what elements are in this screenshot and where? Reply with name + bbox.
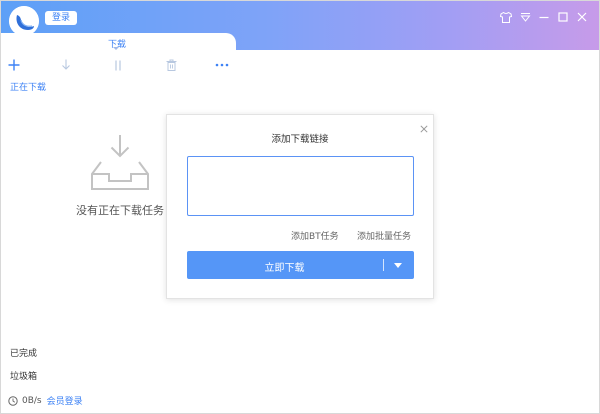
- member-login-link[interactable]: 会员登录: [47, 394, 83, 407]
- close-icon[interactable]: [574, 9, 590, 25]
- download-icon[interactable]: [58, 57, 74, 73]
- empty-state-text: 没有正在下载任务: [76, 204, 164, 217]
- dropdown-menu-icon[interactable]: [517, 9, 533, 25]
- dialog-close-icon[interactable]: [420, 122, 428, 133]
- pause-icon[interactable]: [110, 57, 126, 73]
- add-batch-task-link[interactable]: 添加批量任务: [357, 229, 411, 242]
- download-now-label: 立即下载: [264, 263, 305, 274]
- more-icon[interactable]: [214, 57, 230, 73]
- chevron-down-icon: [113, 47, 119, 50]
- download-now-button[interactable]: 立即下载: [187, 251, 414, 279]
- minimize-icon[interactable]: [536, 9, 552, 25]
- login-button[interactable]: 登录: [45, 11, 77, 25]
- sidebar-item-downloading[interactable]: 正在下载: [10, 80, 46, 93]
- app-logo: [9, 6, 39, 36]
- sidebar-item-completed[interactable]: 已完成: [10, 346, 37, 359]
- sidebar-item-trash[interactable]: 垃圾箱: [10, 369, 37, 382]
- status-bar: 0B/s 会员登录: [8, 394, 83, 407]
- speed-icon: [8, 395, 18, 406]
- add-link-dialog: 添加下载链接 添加BT任务 添加批量任务 立即下载: [166, 114, 434, 299]
- download-link-input[interactable]: [187, 156, 414, 216]
- dialog-title: 添加下载链接: [271, 134, 329, 145]
- chevron-down-icon[interactable]: [394, 263, 402, 268]
- maximize-icon[interactable]: [555, 9, 571, 25]
- delete-icon[interactable]: [163, 57, 179, 73]
- tshirt-icon[interactable]: [498, 9, 514, 25]
- add-bt-task-link[interactable]: 添加BT任务: [291, 229, 339, 242]
- download-speed: 0B/s: [22, 395, 42, 406]
- button-divider: [383, 259, 384, 271]
- add-icon[interactable]: [6, 57, 22, 73]
- empty-inbox-icon: [86, 132, 154, 192]
